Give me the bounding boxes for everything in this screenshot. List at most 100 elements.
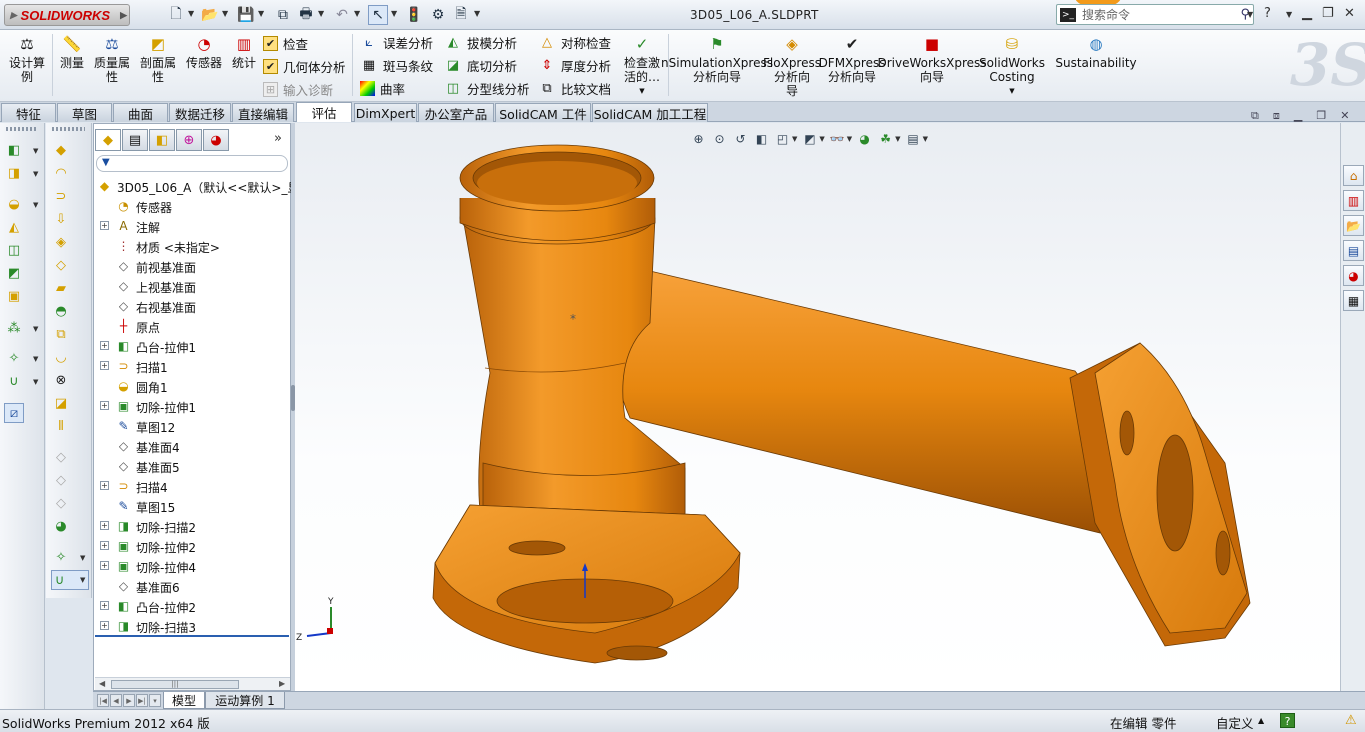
- expand-toggle-icon[interactable]: +: [100, 601, 109, 610]
- minimize-icon[interactable]: ▁: [1302, 6, 1312, 21]
- design-library-icon[interactable]: ▥: [1343, 190, 1364, 211]
- boundary-boss-icon[interactable]: ◈: [52, 233, 70, 251]
- move-face-disabled-icon[interactable]: ◇: [52, 471, 70, 489]
- configuration-manager-tab-icon[interactable]: ◧: [149, 129, 175, 151]
- draft-icon[interactable]: ▰: [52, 279, 70, 297]
- part-model-render[interactable]: * Y Z: [295, 123, 1340, 691]
- lofted-boss-icon[interactable]: ⇩: [52, 210, 70, 228]
- prev-tab-icon[interactable]: ◀: [110, 694, 122, 707]
- tree-node[interactable]: + ▣ 切除-拉伸2: [94, 536, 290, 556]
- graphics-area[interactable]: ⊕ ⊙ ↺ ◧ ◰▼ ◩▼ 👓▼ ◕ ☘▼ ▤▼ ⧉ ⧈ ▁ ❐ ✕: [295, 109, 1349, 691]
- tab-solidcam-stock[interactable]: SolidCAM 工件: [495, 103, 591, 122]
- tab-surfaces[interactable]: 曲面: [113, 103, 168, 122]
- expand-toggle-icon[interactable]: +: [100, 541, 109, 550]
- restore-icon[interactable]: ❐: [1316, 109, 1326, 123]
- sustainability-button[interactable]: ◍ Sustainability: [1055, 34, 1136, 71]
- help-icon[interactable]: ?: [1264, 6, 1271, 21]
- chevron-up-icon[interactable]: ▲: [1258, 716, 1264, 725]
- tree-node[interactable]: ◒ 圆角1: [94, 376, 290, 396]
- view-palette-icon[interactable]: ▤: [1343, 240, 1364, 261]
- mass-properties-button[interactable]: ⚖ 质量属性: [92, 34, 132, 85]
- quick-tips-icon[interactable]: ?: [1280, 713, 1295, 728]
- thickness-analysis-button[interactable]: ⇕ 厚度分析: [538, 56, 611, 75]
- file-properties-icon[interactable]: 🗎: [451, 5, 471, 25]
- tab-sketch[interactable]: 草图: [57, 103, 112, 122]
- fillet-tool-icon[interactable]: ◒: [5, 195, 23, 213]
- tree-node[interactable]: + ◨ 切除-扫描2: [94, 516, 290, 536]
- chevron-down-icon[interactable]: ▼: [1009, 84, 1014, 98]
- tab-features[interactable]: 特征: [1, 103, 56, 122]
- close-icon[interactable]: ✕: [1344, 6, 1355, 21]
- curvature-button[interactable]: 曲率: [360, 79, 405, 98]
- tab-data-migration[interactable]: 数据迁移: [169, 103, 231, 122]
- tab-direct-editing[interactable]: 直接编辑: [232, 103, 294, 122]
- dome-icon[interactable]: ◓: [52, 302, 70, 320]
- delete-face-disabled-icon[interactable]: ◇: [52, 494, 70, 512]
- chevron-down-icon[interactable]: ▼: [639, 84, 644, 98]
- parting-line-analysis-button[interactable]: ◫ 分型线分析: [444, 79, 530, 98]
- plane-tool-icon[interactable]: ✧: [52, 548, 70, 566]
- tree-node[interactable]: + ⊃ 扫描1: [94, 356, 290, 376]
- revolve-icon[interactable]: ◨: [5, 164, 23, 182]
- toolbar-grip[interactable]: [52, 127, 85, 131]
- tree-node[interactable]: ✎ 草图15: [94, 496, 290, 516]
- close-icon[interactable]: ✕: [1340, 109, 1349, 123]
- compare-documents-button[interactable]: ⧉ 比较文档: [538, 79, 611, 98]
- traffic-light-icon[interactable]: 🚦: [404, 5, 424, 25]
- search-commands-input[interactable]: >_ 搜索命令 ⚲: [1056, 4, 1254, 25]
- chevron-down-icon[interactable]: ▼: [188, 9, 194, 18]
- dfm-xpress-button[interactable]: ✔ DFMXpress 分析向导: [819, 34, 886, 85]
- tree-node[interactable]: + ◧ 凸台-拉伸2: [94, 596, 290, 616]
- tree-node[interactable]: ┼ 原点: [94, 316, 290, 336]
- chevron-down-icon[interactable]: ▼: [1247, 10, 1253, 19]
- tree-node[interactable]: ◇ 基准面5: [94, 456, 290, 476]
- tab-motion-study-1[interactable]: 运动算例 1: [205, 692, 285, 709]
- chevron-down-icon[interactable]: ▼: [80, 576, 85, 584]
- tile-alt-icon[interactable]: ⧈: [1273, 109, 1280, 123]
- scroll-left-icon[interactable]: ◀: [99, 679, 105, 688]
- tree-node[interactable]: + A 注解: [94, 216, 290, 236]
- chevron-down-icon[interactable]: ▼: [318, 9, 324, 18]
- tab-evaluate[interactable]: 评估: [296, 102, 352, 122]
- zebra-stripes-button[interactable]: ▦ 斑马条纹: [360, 56, 433, 75]
- deviation-analysis-button[interactable]: ⟀ 误差分析: [360, 33, 433, 52]
- curves-icon[interactable]: ∪: [5, 372, 23, 390]
- chevron-down-icon[interactable]: ▼: [33, 378, 38, 386]
- rib-icon[interactable]: ◩: [5, 264, 23, 282]
- tree-node[interactable]: ◇ 基准面6: [94, 576, 290, 596]
- expand-toggle-icon[interactable]: +: [100, 221, 109, 230]
- section-properties-button[interactable]: ◩ 剖面属性: [138, 34, 178, 85]
- chevron-down-icon[interactable]: ▼: [474, 9, 480, 18]
- flex-icon[interactable]: ◡: [52, 348, 70, 366]
- scale-disabled-icon[interactable]: ◇: [52, 448, 70, 466]
- chevron-down-icon[interactable]: ▼: [33, 147, 38, 155]
- chevron-down-icon[interactable]: ▼: [258, 9, 264, 18]
- freeform-icon[interactable]: ◕: [52, 517, 70, 535]
- tree-node[interactable]: ◇ 右视基准面: [94, 296, 290, 316]
- tab-dimxpert[interactable]: DimXpert: [354, 103, 417, 122]
- display-manager-tab-icon[interactable]: ◕: [203, 129, 229, 151]
- appearances-icon[interactable]: ◕: [1343, 265, 1364, 286]
- reference-geometry-icon[interactable]: ✧: [5, 349, 23, 367]
- chevron-down-icon[interactable]: ▼: [222, 9, 228, 18]
- file-explorer-icon[interactable]: 📂: [1343, 215, 1364, 236]
- pattern-icon[interactable]: ⁂: [5, 319, 23, 337]
- hole-wizard-icon[interactable]: ▣: [5, 287, 23, 305]
- chevron-down-icon[interactable]: ▼: [1286, 10, 1292, 19]
- home-icon[interactable]: ⌂: [1343, 165, 1364, 186]
- shell-icon[interactable]: ◫: [5, 241, 23, 259]
- chevron-down-icon[interactable]: ▼: [33, 355, 38, 363]
- tree-root-part[interactable]: ◆ 3D05_L06_A（默认<<默认>_显: [94, 176, 300, 196]
- geometry-analysis-button[interactable]: ✔ 几何体分析: [263, 57, 346, 76]
- custom-properties-icon[interactable]: ▦: [1343, 290, 1364, 311]
- expand-toggle-icon[interactable]: +: [100, 341, 109, 350]
- undercut-analysis-button[interactable]: ◪ 底切分析: [444, 56, 517, 75]
- rebuild-icon[interactable]: ⧉: [273, 5, 293, 25]
- tree-node[interactable]: ◔ 传感器: [94, 196, 290, 216]
- tree-node[interactable]: ⋮ 材质 <未指定>: [94, 236, 290, 256]
- expand-toggle-icon[interactable]: +: [100, 361, 109, 370]
- tree-node[interactable]: + ⊃ 扫描4: [94, 476, 290, 496]
- tree-node[interactable]: + ▣ 切除-拉伸4: [94, 556, 290, 576]
- chamfer-icon[interactable]: ◭: [5, 218, 23, 236]
- tab-office-products[interactable]: 办公室产品: [418, 103, 494, 122]
